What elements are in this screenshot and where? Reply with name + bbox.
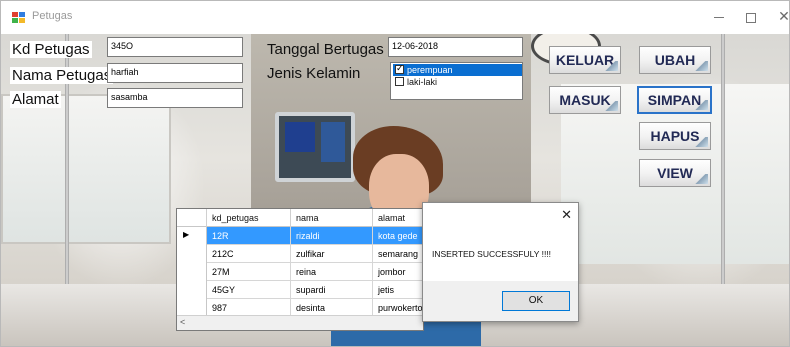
tanggal-bertugas-input[interactable]: 12-06-2018 — [388, 37, 523, 57]
alamat-input[interactable]: sasamba — [107, 88, 243, 108]
alamat-label: Alamat — [10, 91, 61, 108]
jenis-kelamin-label: Jenis Kelamin — [267, 65, 361, 82]
message-box-footer: OK — [423, 281, 578, 321]
table-row[interactable]: 212C zulfikar semarang — [177, 245, 423, 263]
nama-petugas-label: Nama Petugas — [10, 67, 114, 84]
grid-header-row: kd_petugas nama alamat — [177, 209, 423, 227]
title-bar[interactable]: Petugas ✕ — [1, 1, 789, 34]
maximize-icon — [746, 12, 756, 23]
cell-alamat[interactable]: jetis — [373, 281, 423, 299]
simpan-button[interactable]: SIMPAN — [637, 86, 712, 114]
table-row[interactable]: 27M reina jombor — [177, 263, 423, 281]
column-header-kd-petugas[interactable]: kd_petugas — [207, 209, 291, 227]
ok-button[interactable]: OK — [502, 291, 570, 311]
message-text: INSERTED SUCCESSFULY !!!! — [432, 249, 552, 259]
checkbox-perempuan[interactable]: ✓ — [395, 64, 404, 74]
cell-kd-petugas[interactable]: 27M — [207, 263, 291, 281]
keluar-button[interactable]: KELUAR — [549, 46, 621, 74]
cell-alamat[interactable]: jombor — [373, 263, 423, 281]
cell-nama[interactable]: reina — [291, 263, 373, 281]
cell-nama[interactable]: zulfikar — [291, 245, 373, 263]
option-laki-laki-label: laki-laki — [407, 77, 438, 87]
cell-kd-petugas[interactable]: 45GY — [207, 281, 291, 299]
petugas-data-grid[interactable]: kd_petugas nama alamat ▶ 12R rizaldi kot… — [176, 208, 424, 331]
ubah-button[interactable]: UBAH — [639, 46, 711, 74]
check-icon: ✓ — [396, 64, 404, 74]
nama-petugas-input[interactable]: harfiah — [107, 63, 243, 83]
petugas-window: Petugas ✕ Kd Petugas Nama Petugas Alamat… — [0, 0, 790, 347]
option-perempuan[interactable]: ✓ perempuan — [393, 64, 522, 76]
jenis-kelamin-checklist[interactable]: ✓ perempuan laki-laki — [390, 62, 523, 100]
option-laki-laki[interactable]: laki-laki — [393, 76, 522, 88]
view-button[interactable]: VIEW — [639, 159, 711, 187]
row-header[interactable] — [177, 263, 207, 281]
column-header-nama[interactable]: nama — [291, 209, 373, 227]
masuk-button[interactable]: MASUK — [549, 86, 621, 114]
hapus-button[interactable]: HAPUS — [639, 122, 711, 150]
checkbox-laki-laki[interactable] — [395, 77, 404, 86]
column-header-alamat[interactable]: alamat — [373, 209, 423, 227]
option-perempuan-label: perempuan — [407, 65, 453, 75]
close-icon: ✕ — [778, 9, 790, 25]
tanggal-bertugas-label: Tanggal Bertugas — [267, 41, 384, 58]
row-header[interactable] — [177, 281, 207, 299]
app-icon — [12, 12, 25, 23]
message-box: ✕ INSERTED SUCCESSFULY !!!! OK — [422, 202, 579, 322]
window-title: Petugas — [32, 10, 73, 22]
table-row[interactable]: ▶ 12R rizaldi kota gede — [177, 227, 423, 245]
row-header[interactable] — [177, 245, 207, 263]
scroll-left-icon[interactable]: < — [180, 317, 185, 327]
cell-kd-petugas[interactable]: 12R — [207, 227, 291, 245]
cell-nama[interactable]: supardi — [291, 281, 373, 299]
current-row-icon: ▶ — [183, 230, 190, 239]
minimize-icon — [714, 17, 724, 18]
cell-alamat[interactable]: semarang — [373, 245, 423, 263]
cell-alamat[interactable]: kota gede — [373, 227, 423, 245]
row-header[interactable]: ▶ — [177, 227, 207, 245]
grid-corner-header — [177, 209, 207, 227]
close-window-button[interactable]: ✕ — [764, 1, 790, 34]
kd-petugas-input[interactable]: 345O — [107, 37, 243, 57]
grid-horizontal-scrollbar[interactable]: < — [177, 315, 423, 330]
kd-petugas-label: Kd Petugas — [10, 41, 92, 58]
cell-kd-petugas[interactable]: 212C — [207, 245, 291, 263]
table-row[interactable]: 45GY supardi jetis — [177, 281, 423, 299]
close-icon[interactable]: ✕ — [561, 208, 572, 223]
cell-nama[interactable]: rizaldi — [291, 227, 373, 245]
